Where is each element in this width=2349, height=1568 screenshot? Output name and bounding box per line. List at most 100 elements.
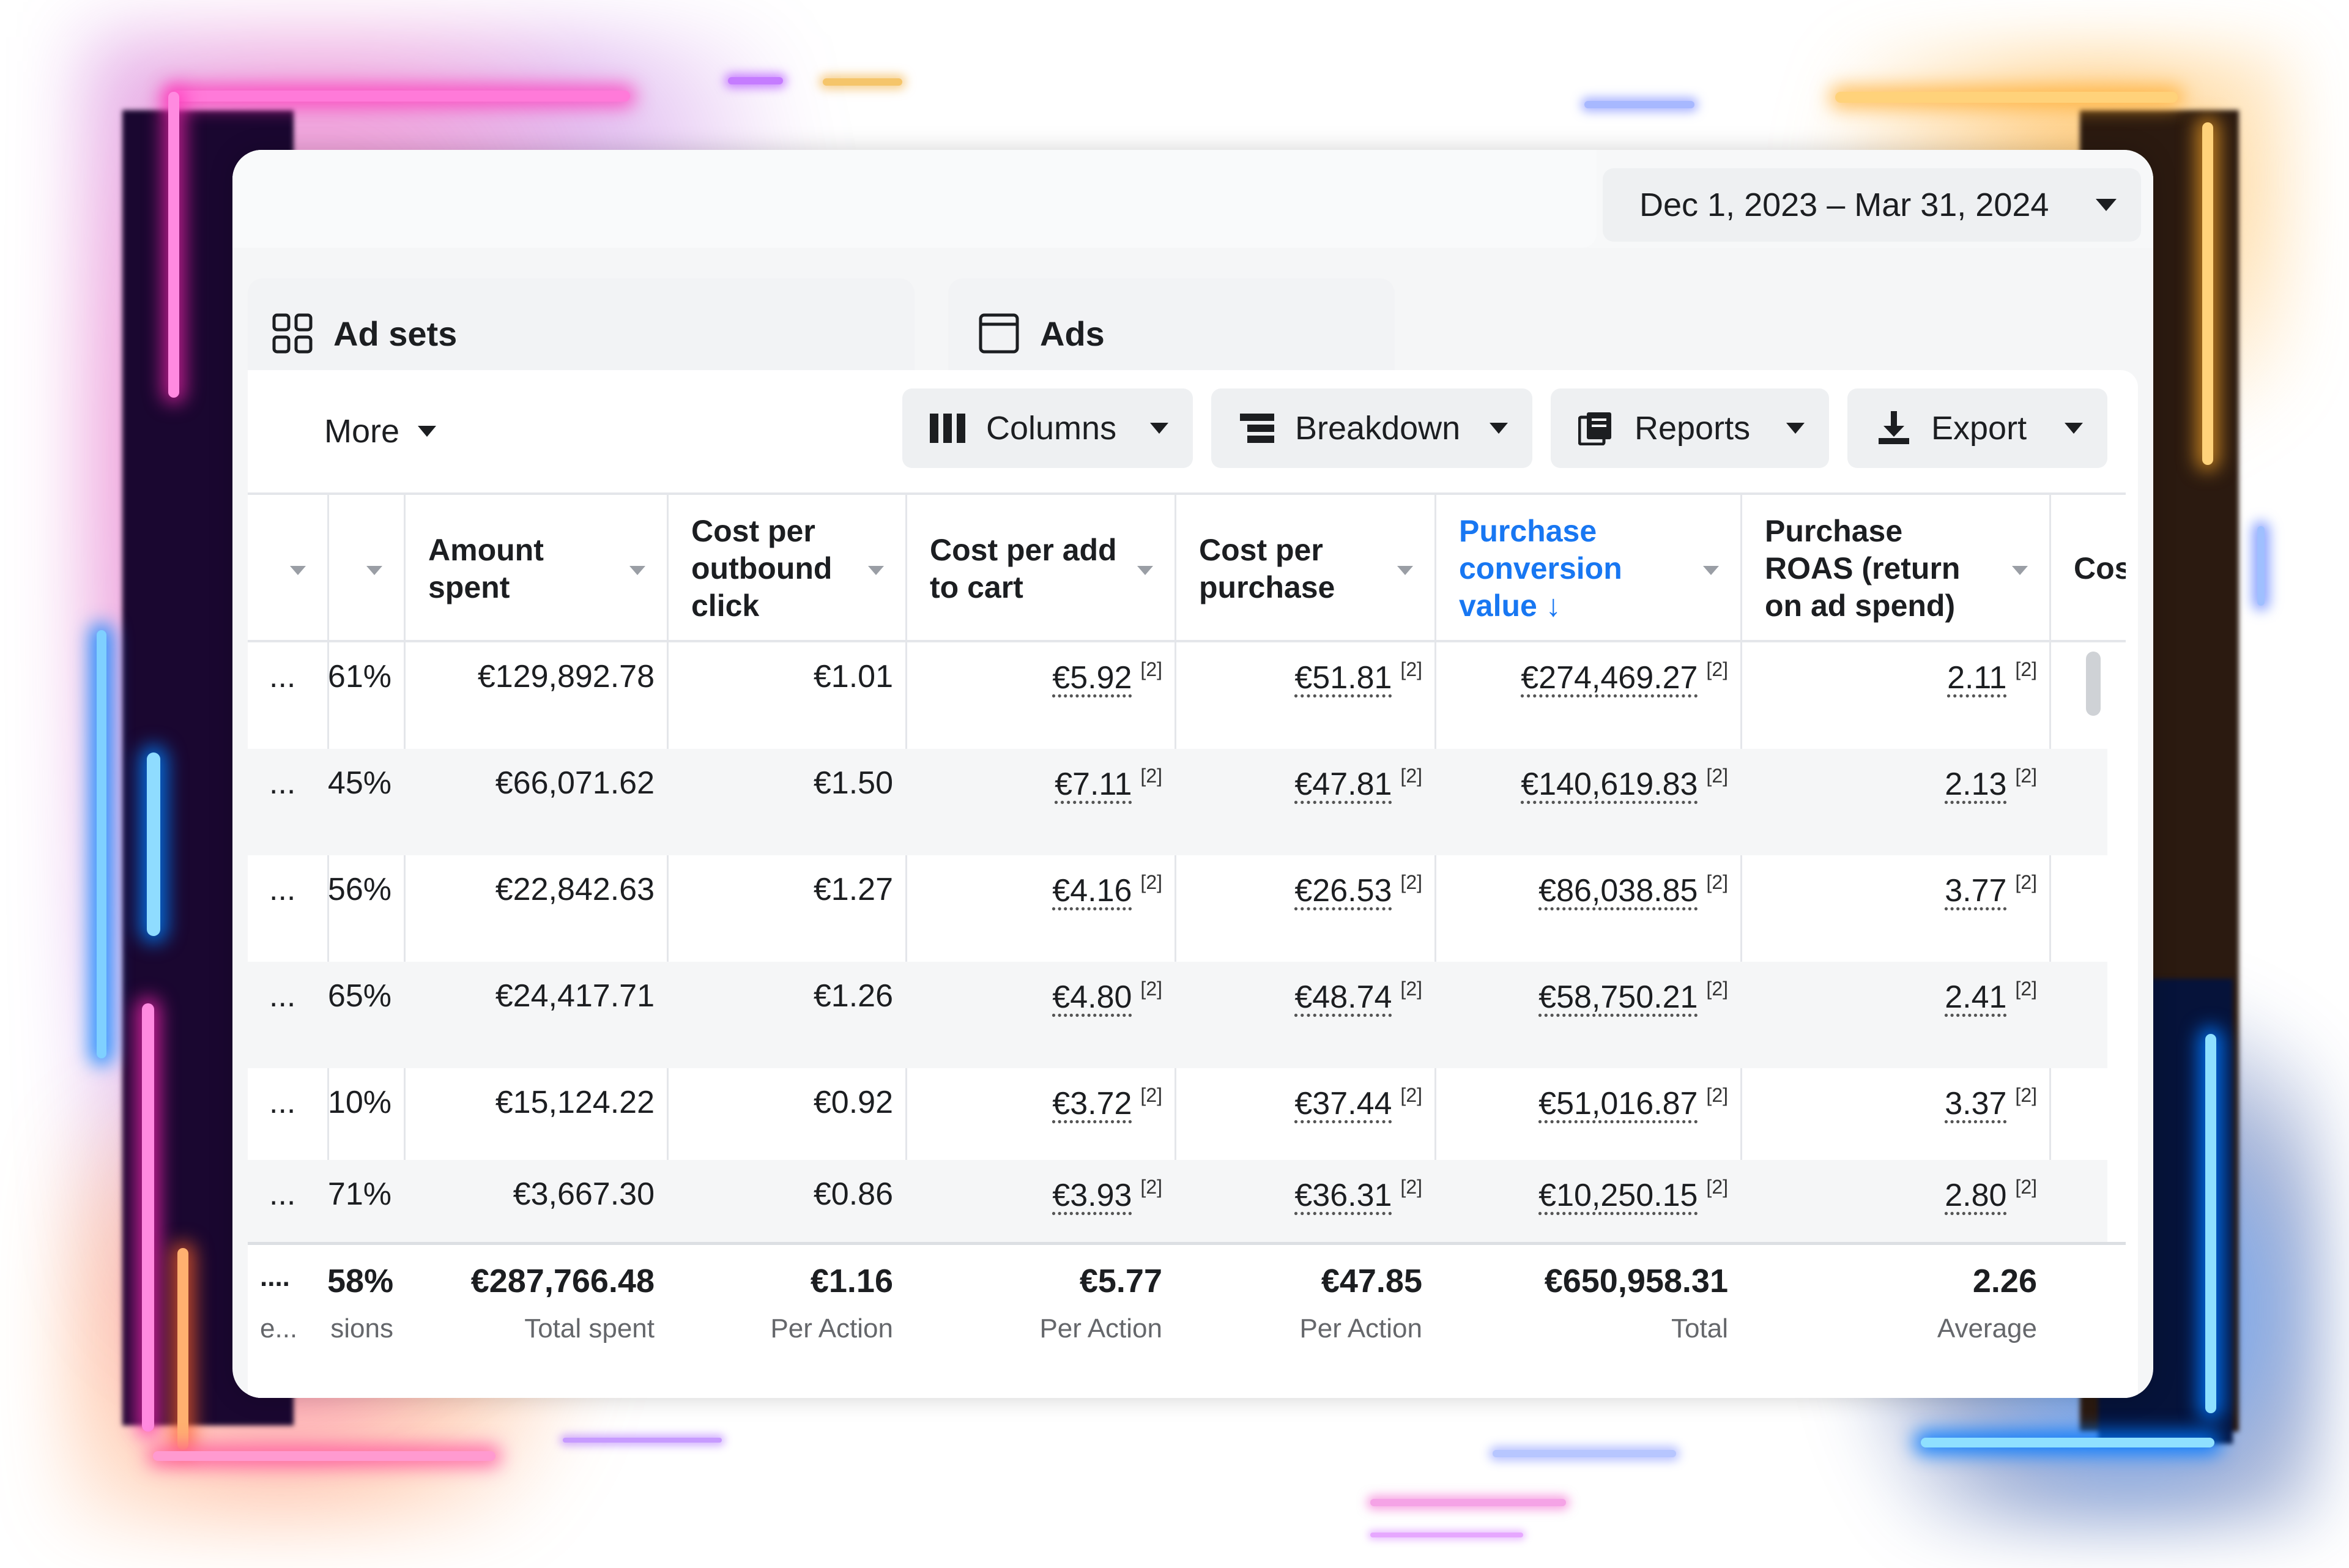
purchase-roas-cell[interactable]: 2.13 [2] — [1740, 765, 2037, 803]
top-bar-blank — [232, 150, 1597, 248]
more-dropdown[interactable]: More — [324, 407, 437, 456]
footnote-marker: [2] — [2015, 765, 2037, 787]
cost-per-add-to-cart-cell[interactable]: €3.72 [2] — [905, 1084, 1162, 1122]
reports-button[interactable]: Reports — [1551, 388, 1829, 468]
column-header-cost-per-purchase[interactable]: Cost per purchase — [1174, 495, 1434, 642]
cost-per-purchase-cell[interactable]: €36.31 [2] — [1174, 1176, 1422, 1214]
column-header-label: Cost per add to cart — [930, 532, 1117, 604]
purchase-conversion-value-cell[interactable]: €58,750.21 [2] — [1434, 978, 1728, 1016]
purchase-conversion-value-cell[interactable]: €86,038.85 [2] — [1434, 871, 1728, 909]
cost-per-add-to-cart-cell[interactable]: €7.11 [2] — [905, 765, 1162, 803]
metric-value: €4.16 — [1052, 873, 1132, 908]
cost-per-outbound-click-cell: €0.86 — [813, 1176, 893, 1212]
totals-cost-per-purchase-label: Per Action — [1299, 1313, 1422, 1343]
table-row[interactable]: ... 65% €24,417.71 €1.26 €4.80 [2] €48.74 [2] €5… — [248, 962, 2107, 1068]
neon-line — [1921, 1438, 2214, 1447]
sort-caret-icon — [366, 566, 382, 575]
sort-caret-icon — [1137, 566, 1153, 575]
purchase-conversion-value-cell[interactable]: €140,619.83 [2] — [1434, 765, 1728, 803]
table-row[interactable]: ... 61% €129,892.78 €1.01 €5.92 [2] €51.81 [2] €… — [248, 642, 2107, 749]
date-range-picker[interactable]: Dec 1, 2023 – Mar 31, 2024 — [1603, 168, 2141, 242]
metric-value: €3.72 — [1052, 1086, 1132, 1121]
table-row[interactable]: ... 56% €22,842.63 €1.27 €4.16 [2] €26.53 [2] €8… — [248, 855, 2107, 962]
column-header-hidden[interactable] — [248, 495, 327, 642]
footnote-marker: [2] — [1706, 658, 1728, 680]
footnote-marker: [2] — [1400, 871, 1422, 893]
footnote-marker: [2] — [1400, 765, 1422, 787]
amount-spent-cell: €15,124.22 — [495, 1085, 655, 1120]
neon-line — [153, 1451, 495, 1461]
more-label: More — [324, 413, 400, 450]
footnote-marker: [2] — [2015, 658, 2037, 680]
grid-icon — [272, 313, 313, 354]
metric-value: €10,250.15 — [1538, 1178, 1698, 1213]
scrollbar-thumb[interactable] — [2086, 652, 2101, 716]
purchase-roas-cell[interactable]: 2.11 [2] — [1740, 658, 2037, 696]
row-ellipsis: ... — [269, 1176, 296, 1212]
totals-amount-spent-label: Total spent — [524, 1313, 655, 1343]
ads-manager-card: Dec 1, 2023 – Mar 31, 2024 Ad sets Ads M… — [232, 150, 2153, 1398]
purchase-conversion-value-cell[interactable]: €274,469.27 [2] — [1434, 658, 1728, 696]
purchase-roas-cell[interactable]: 3.37 [2] — [1740, 1084, 2037, 1122]
breakdown-button[interactable]: Breakdown — [1211, 388, 1532, 468]
table-row[interactable]: ... 45% €66,071.62 €1.50 €7.11 [2] €47.81 [2] €1… — [248, 749, 2107, 855]
cost-per-add-to-cart-cell[interactable]: €5.92 [2] — [905, 658, 1162, 696]
percent-cell: 61% — [327, 659, 392, 694]
export-label: Export — [1931, 410, 2027, 447]
column-header-amount-spent[interactable]: Amount spent — [404, 495, 667, 642]
neon-dash — [823, 78, 902, 86]
cost-per-add-to-cart-cell[interactable]: €4.80 [2] — [905, 978, 1162, 1016]
column-header-cost-per-add-to-cart[interactable]: Cost per add to cart — [905, 495, 1174, 642]
metric-value: €3.93 — [1052, 1178, 1132, 1213]
cost-per-outbound-click-cell: €0.92 — [813, 1085, 893, 1120]
column-header-cost-per-outbound-click[interactable]: Cost per outbound click — [667, 495, 905, 642]
column-header-purchase-conversion-value[interactable]: Purchase conversion value ↓ — [1434, 495, 1740, 642]
column-header-cost-partial[interactable]: Cos — [2049, 495, 2126, 642]
footnote-marker: [2] — [1140, 658, 1162, 680]
table-row[interactable]: ... 71% €3,667.30 €0.86 €3.93 [2] €36.31 [2] €10… — [248, 1160, 2107, 1252]
cost-per-purchase-cell[interactable]: €47.81 [2] — [1174, 765, 1422, 803]
sort-caret-icon — [290, 566, 306, 575]
cost-per-purchase-cell[interactable]: €37.44 [2] — [1174, 1084, 1422, 1122]
cost-per-purchase-cell[interactable]: €26.53 [2] — [1174, 871, 1422, 909]
metric-value: 2.80 — [1945, 1178, 2007, 1213]
footnote-marker: [2] — [1706, 1176, 1728, 1198]
metric-value: €51,016.87 — [1538, 1086, 1698, 1121]
breakdown-icon — [1239, 411, 1277, 445]
purchase-roas-cell[interactable]: 3.77 [2] — [1740, 871, 2037, 909]
purchase-conversion-value-cell[interactable]: €10,250.15 [2] — [1434, 1176, 1728, 1214]
neon-line — [97, 630, 106, 1058]
cost-per-outbound-click-cell: €1.27 — [813, 872, 893, 907]
percent-cell: 45% — [327, 765, 392, 801]
footnote-marker: [2] — [2015, 978, 2037, 1000]
cost-per-add-to-cart-cell[interactable]: €4.16 [2] — [905, 871, 1162, 909]
columns-button[interactable]: Columns — [902, 388, 1193, 468]
purchase-conversion-value-cell[interactable]: €51,016.87 [2] — [1434, 1084, 1728, 1122]
sort-caret-icon — [1397, 566, 1413, 575]
footnote-marker: [2] — [1400, 1084, 1422, 1106]
purchase-roas-cell[interactable]: 2.80 [2] — [1740, 1176, 2037, 1214]
metric-value: 2.11 — [1947, 660, 2007, 696]
purchase-roas-cell[interactable]: 2.41 [2] — [1740, 978, 2037, 1016]
footnote-marker: [2] — [1400, 978, 1422, 1000]
cost-per-purchase-cell[interactable]: €48.74 [2] — [1174, 978, 1422, 1016]
column-header-purchase-roas[interactable]: Purchase ROAS (return on ad spend) — [1740, 495, 2049, 642]
percent-cell: 10% — [327, 1085, 392, 1120]
metric-value: €37.44 — [1294, 1086, 1392, 1121]
metric-value: 3.37 — [1945, 1086, 2007, 1121]
cost-per-purchase-cell[interactable]: €51.81 [2] — [1174, 658, 1422, 696]
footnote-marker: [2] — [1706, 978, 1728, 1000]
column-header-hidden[interactable] — [327, 495, 404, 642]
columns-icon — [930, 411, 968, 445]
metric-value: €86,038.85 — [1538, 873, 1698, 908]
cost-per-add-to-cart-cell[interactable]: €3.93 [2] — [905, 1176, 1162, 1214]
results-table: Amount spent Cost per outbound click Cos… — [248, 492, 2126, 1398]
table-row[interactable]: ... 10% €15,124.22 €0.92 €3.72 [2] €37.44 [2] €5… — [248, 1068, 2107, 1175]
footnote-marker: [2] — [1140, 1176, 1162, 1198]
metric-value: €7.11 — [1055, 767, 1132, 802]
amount-spent-cell: €24,417.71 — [495, 978, 655, 1014]
row-ellipsis: ... — [269, 872, 296, 907]
export-button[interactable]: Export — [1847, 388, 2107, 468]
footnote-marker: [2] — [1706, 1084, 1728, 1106]
metric-value: 3.77 — [1945, 873, 2007, 908]
